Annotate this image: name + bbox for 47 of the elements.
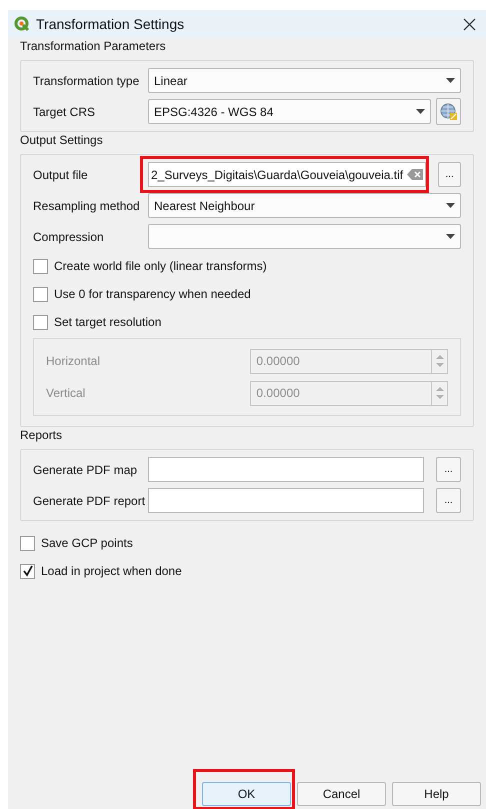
dropdown[interactable]: Nearest Neighbour	[148, 193, 461, 218]
dialog-button[interactable]: Help	[392, 782, 481, 806]
crs-button[interactable]	[436, 98, 461, 125]
field-label: Vertical	[46, 385, 86, 402]
field-label: Resampling method	[33, 198, 141, 214]
field-label: Generate PDF report	[33, 492, 146, 510]
field-label: Horizontal	[46, 353, 102, 370]
field-label: Transformation type	[33, 72, 140, 90]
field-label: Compression	[33, 228, 105, 246]
app-logo-icon	[14, 16, 30, 32]
field-label: Generate PDF map	[33, 462, 138, 478]
checkbox-label: Set target resolution	[54, 314, 162, 331]
checkbox[interactable]	[33, 314, 48, 330]
caret-icon	[416, 109, 425, 114]
dialog-button[interactable]: OK	[202, 782, 291, 806]
checkbox[interactable]	[20, 536, 35, 550]
caret-icon	[446, 203, 455, 208]
checkbox-label: Create world file only (linear transforms)	[54, 258, 267, 275]
checkbox[interactable]	[33, 286, 48, 302]
close-icon[interactable]	[463, 18, 476, 30]
caret-icon	[446, 78, 455, 83]
globe-icon	[440, 102, 458, 120]
field-label: Target CRS	[33, 104, 96, 120]
section-title: Reports	[20, 427, 64, 443]
caret-icon	[446, 234, 455, 239]
file-path-field[interactable]	[148, 488, 424, 513]
checkbox-label: Load in project when done	[41, 563, 182, 580]
browse-button[interactable]: ...	[436, 457, 461, 482]
spin-arrows-icon[interactable]	[431, 350, 447, 372]
field-label: Output file	[33, 166, 89, 184]
checkbox-label: Save GCP points	[41, 535, 133, 552]
window-title: Transformation Settings	[36, 14, 184, 34]
checkbox[interactable]	[20, 564, 35, 578]
file-path-field[interactable]: 2_Surveys_Digitais\Guarda\Gouveia\gouveia.tif	[148, 162, 426, 187]
checkbox-label: Use 0 for transparency when needed	[54, 286, 251, 303]
dropdown[interactable]	[148, 224, 461, 249]
section-title: Transformation Parameters	[20, 38, 167, 54]
dropdown[interactable]: Linear	[148, 68, 461, 93]
dialog-button[interactable]: Cancel	[297, 782, 386, 806]
spin-arrows-icon[interactable]	[431, 382, 447, 404]
browse-button[interactable]: ...	[436, 488, 461, 513]
browse-button[interactable]: ...	[438, 162, 461, 187]
clear-icon[interactable]	[407, 169, 424, 180]
file-path-field[interactable]	[148, 457, 424, 482]
dropdown[interactable]: EPSG:4326 - WGS 84	[148, 99, 431, 124]
checkbox[interactable]	[33, 258, 48, 274]
section-title: Output Settings	[20, 132, 104, 148]
